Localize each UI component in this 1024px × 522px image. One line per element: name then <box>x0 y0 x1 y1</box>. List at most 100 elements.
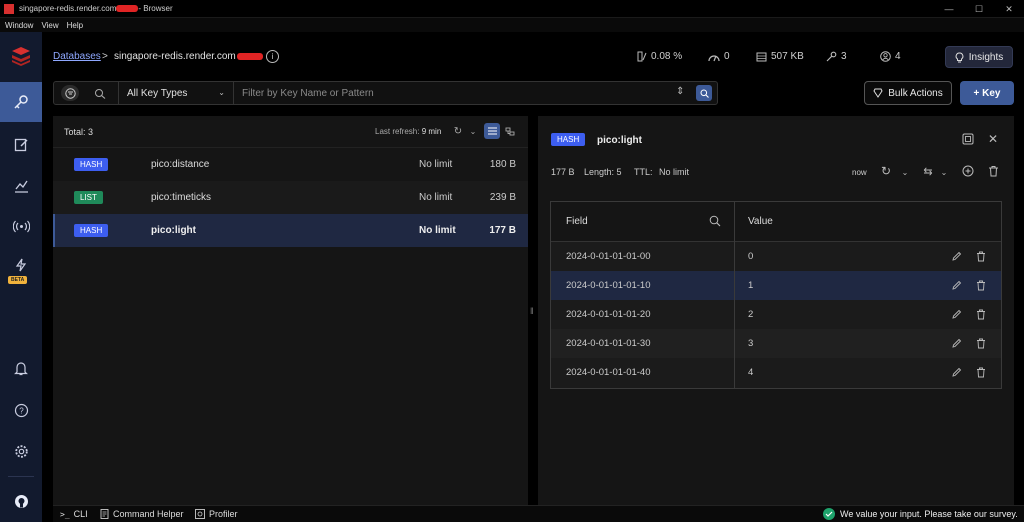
delete-field-icon[interactable] <box>974 249 988 263</box>
close-window-button[interactable]: ✕ <box>994 0 1024 18</box>
sidebar-item-workbench[interactable] <box>0 124 42 164</box>
chevron-down-icon[interactable]: ⌄ <box>936 164 952 180</box>
edit-icon[interactable] <box>950 365 964 379</box>
table-row[interactable]: 2024-0-01-01-01-40 4 <box>551 358 1001 387</box>
details-ttl-value[interactable]: No limit <box>659 167 689 177</box>
cli-button[interactable]: >_ CLI <box>60 509 88 519</box>
key-name: pico:light <box>151 225 196 236</box>
key-filter-input[interactable] <box>242 82 662 104</box>
sidebar-item-analysis[interactable] <box>0 165 42 205</box>
delete-field-icon[interactable] <box>974 336 988 350</box>
breadcrumb-separator: > <box>102 51 108 62</box>
field-name: 2024-0-01-01-01-10 <box>566 280 651 291</box>
maximize-button[interactable]: ☐ <box>964 0 994 18</box>
sidebar-item-github[interactable] <box>0 481 42 521</box>
key-size: 239 B <box>489 192 516 203</box>
format-switch-icon[interactable]: ⇆ <box>920 163 936 179</box>
beta-badge: BETA <box>8 276 28 284</box>
details-size: 177 B <box>551 167 575 177</box>
menu-window[interactable]: Window <box>5 21 33 30</box>
search-button[interactable] <box>696 85 712 101</box>
details-key-name[interactable]: pico:light <box>597 135 642 146</box>
bolt-icon <box>15 258 27 272</box>
user-icon <box>880 51 891 62</box>
table-row[interactable]: 2024-0-01-01-01-30 3 <box>551 329 1001 358</box>
minimize-button[interactable]: — <box>934 0 964 18</box>
key-type-badge: HASH <box>74 158 109 171</box>
key-type-select[interactable]: All Key Types ⌄ <box>118 82 234 104</box>
key-size: 177 B <box>489 225 516 236</box>
refresh-icon[interactable]: ↻ <box>450 123 466 139</box>
delete-field-icon[interactable] <box>974 307 988 321</box>
table-row[interactable]: 2024-0-01-01-01-00 0 <box>551 242 1001 271</box>
gauge-icon <box>708 54 720 61</box>
search-icon[interactable] <box>709 215 721 230</box>
edit-icon[interactable] <box>950 249 964 263</box>
insights-button[interactable]: Insights <box>945 46 1013 68</box>
key-type-badge: HASH <box>74 224 109 237</box>
lightbulb-icon <box>955 51 964 62</box>
sidebar-item-triggers[interactable]: BETA <box>0 248 42 288</box>
field-value: 4 <box>748 367 754 378</box>
list-view-icon[interactable] <box>484 123 500 139</box>
sort-arrows-icon[interactable]: ⇕ <box>676 86 684 97</box>
field-value: 2 <box>748 309 754 320</box>
search-index-icon <box>95 88 106 99</box>
chevron-down-icon: ⌄ <box>218 88 225 97</box>
info-icon[interactable]: i <box>266 50 279 63</box>
table-row[interactable]: 2024-0-01-01-01-10 1 <box>551 271 1001 300</box>
sidebar-item-browser[interactable] <box>0 82 42 122</box>
key-row[interactable]: HASH pico:distance No limit 180 B <box>53 148 528 181</box>
tree-view-icon[interactable] <box>502 123 518 139</box>
delete-field-icon[interactable] <box>974 365 988 379</box>
chart-icon <box>14 180 28 193</box>
fullscreen-icon[interactable] <box>960 131 976 147</box>
profiler-button[interactable]: Profiler <box>195 509 238 519</box>
filter-mode-search[interactable] <box>91 85 109 101</box>
field-value: 3 <box>748 338 754 349</box>
table-row[interactable]: 2024-0-01-01-01-20 2 <box>551 300 1001 329</box>
menu-view[interactable]: View <box>41 21 58 30</box>
chevron-down-icon[interactable]: ⌄ <box>897 164 913 180</box>
filter-mode-pattern[interactable] <box>61 85 79 101</box>
key-row[interactable]: LIST pico:timeticks No limit 239 B <box>53 181 528 214</box>
key-type-badge: LIST <box>74 191 103 204</box>
edit-icon[interactable] <box>950 278 964 292</box>
edit-icon[interactable] <box>950 307 964 321</box>
search-icon <box>700 89 709 98</box>
sidebar-item-settings[interactable] <box>0 431 42 471</box>
refresh-icon[interactable]: ↻ <box>878 163 894 179</box>
column-field: Field <box>566 216 588 227</box>
stat-clients: 4 <box>880 51 901 62</box>
add-field-icon[interactable] <box>960 163 976 179</box>
panel-resize-handle[interactable]: ‖ <box>530 306 534 316</box>
add-key-button[interactable]: + Key <box>960 81 1014 105</box>
survey-link[interactable]: We value your input. Please take our sur… <box>823 508 1018 520</box>
delete-field-icon[interactable] <box>974 278 988 292</box>
sidebar-item-notifications[interactable] <box>0 348 42 388</box>
sidebar-item-pubsub[interactable] <box>0 206 42 246</box>
key-details-panel: HASH pico:light ✕ 177 B Length: 5 TTL: N… <box>538 116 1014 505</box>
filter-bar: All Key Types ⌄ ⇕ <box>53 81 718 105</box>
bulk-actions-button[interactable]: Bulk Actions <box>864 81 952 105</box>
sidebar-item-help[interactable]: ? <box>0 390 42 430</box>
edit-icon[interactable] <box>950 336 964 350</box>
breadcrumb-databases[interactable]: Databases <box>53 51 101 62</box>
key-list-header: Total: 3 Last refresh: 9 min ↻ ⌄ <box>53 116 528 148</box>
chevron-down-icon[interactable]: ⌄ <box>465 123 481 139</box>
column-divider[interactable] <box>734 202 735 388</box>
field-value: 1 <box>748 280 754 291</box>
hash-fields-table: Field Value 2024-0-01-01-01-00 0 2024-0-… <box>550 201 1002 389</box>
command-helper-button[interactable]: Command Helper <box>100 509 184 519</box>
field-name: 2024-0-01-01-01-30 <box>566 338 651 349</box>
key-row-selected[interactable]: HASH pico:light No limit 177 B <box>53 214 528 247</box>
memory-icon <box>756 52 767 61</box>
delete-key-icon[interactable] <box>985 163 1001 179</box>
menu-help[interactable]: Help <box>67 21 83 30</box>
redis-logo-icon[interactable] <box>0 36 42 76</box>
key-ttl: No limit <box>419 192 453 203</box>
key-list-panel: Total: 3 Last refresh: 9 min ↻ ⌄ HASH pi… <box>53 116 528 505</box>
cpu-icon <box>637 51 647 62</box>
close-details-icon[interactable]: ✕ <box>985 131 1001 147</box>
total-keys: Total: 3 <box>64 127 94 137</box>
